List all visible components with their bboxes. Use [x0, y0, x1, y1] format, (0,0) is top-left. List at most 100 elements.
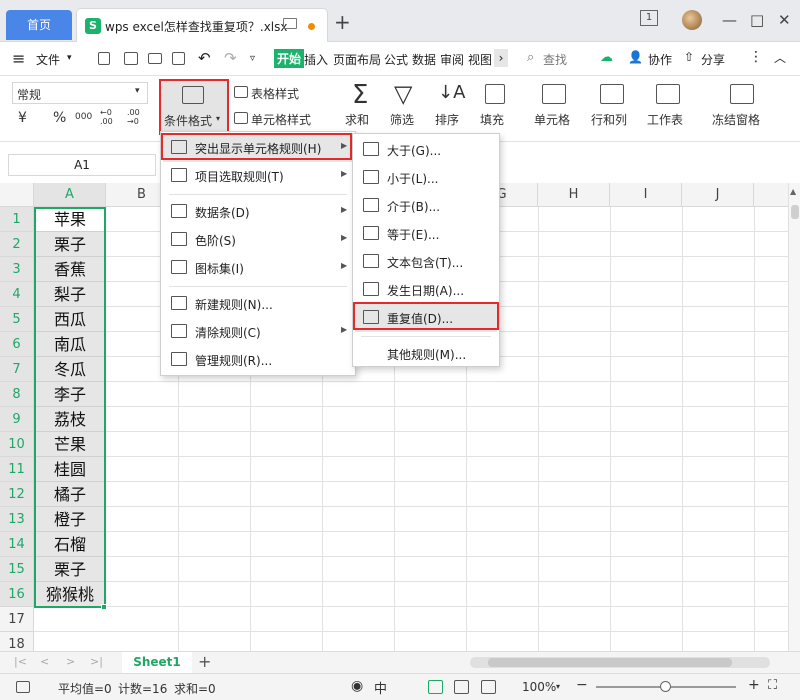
chevron-down-icon[interactable]: ▾: [67, 53, 72, 63]
collab-icon[interactable]: 👤: [628, 50, 643, 64]
page-break-view-icon[interactable]: [481, 680, 496, 694]
row-header[interactable]: 7: [0, 357, 34, 382]
cell-style-button[interactable]: 单元格样式: [251, 111, 311, 128]
new-tab-button[interactable]: +: [334, 12, 351, 32]
fill-button[interactable]: 填充: [480, 111, 504, 128]
scroll-thumb[interactable]: [791, 205, 799, 219]
row-header[interactable]: 18: [0, 632, 34, 651]
column-header-i[interactable]: I: [610, 183, 682, 207]
row-header[interactable]: 3: [0, 257, 34, 282]
submenu-equal-to[interactable]: 等于(E)...: [355, 220, 497, 248]
table-style-button[interactable]: 表格样式: [251, 85, 299, 102]
input-method-icon[interactable]: 中: [374, 678, 387, 697]
decrease-decimal-button[interactable]: .00 →0: [127, 108, 145, 126]
undo-icon[interactable]: ↶: [198, 49, 211, 67]
row-header[interactable]: 16: [0, 582, 34, 607]
filter-button[interactable]: 筛选: [390, 111, 414, 128]
minimize-button[interactable]: —: [722, 10, 737, 30]
menu-color-scales[interactable]: 色阶(S) ▶: [163, 226, 353, 254]
sort-button[interactable]: 排序: [435, 111, 459, 128]
submenu-greater-than[interactable]: 大于(G)...: [355, 136, 497, 164]
row-header[interactable]: 11: [0, 457, 34, 482]
row-header[interactable]: 14: [0, 532, 34, 557]
first-sheet-icon[interactable]: |<: [14, 655, 27, 668]
row-header[interactable]: 15: [0, 557, 34, 582]
menu-data-bars[interactable]: 数据条(D) ▶: [163, 198, 353, 226]
row-header[interactable]: 2: [0, 232, 34, 257]
row-header[interactable]: 17: [0, 607, 34, 632]
submenu-date-occurring[interactable]: 发生日期(A)...: [355, 276, 497, 304]
save-icon[interactable]: [98, 52, 110, 65]
row-col-button[interactable]: 行和列: [591, 111, 627, 128]
tab-view[interactable]: 视图: [468, 51, 492, 68]
more-options-icon[interactable]: ⋮: [749, 49, 763, 65]
collab-button[interactable]: 协作: [648, 51, 672, 68]
row-header[interactable]: 12: [0, 482, 34, 507]
horizontal-scrollbar[interactable]: [470, 657, 770, 668]
tab-formula[interactable]: 公式: [384, 51, 408, 68]
row-header[interactable]: 4: [0, 282, 34, 307]
row-header[interactable]: 8: [0, 382, 34, 407]
submenu-more-rules[interactable]: 其他规则(M)...: [355, 340, 497, 368]
tab-page-layout[interactable]: 页面布局: [333, 51, 381, 68]
submenu-text-contains[interactable]: 文本包含(T)...: [355, 248, 497, 276]
row-header[interactable]: 13: [0, 507, 34, 532]
tab-start[interactable]: 开始: [274, 49, 305, 68]
add-sheet-button[interactable]: +: [198, 652, 211, 671]
menu-manage-rules[interactable]: 管理规则(R)...: [163, 346, 353, 374]
worksheet-button[interactable]: 工作表: [647, 111, 683, 128]
submenu-between[interactable]: 介于(B)...: [355, 192, 497, 220]
column-header-k[interactable]: [754, 183, 788, 207]
menu-top-bottom-rules[interactable]: 项目选取规则(T) ▶: [163, 162, 353, 190]
hamburger-icon[interactable]: ≡: [12, 49, 25, 68]
column-header-a[interactable]: A: [34, 183, 106, 207]
row-header[interactable]: 1: [0, 207, 34, 232]
print-preview-icon[interactable]: [172, 52, 185, 65]
submenu-less-than[interactable]: 小于(L)...: [355, 164, 497, 192]
row-header[interactable]: 10: [0, 432, 34, 457]
column-header-h[interactable]: H: [538, 183, 610, 207]
tab-document[interactable]: S wps excel怎样查找重复项？.xlsx: [76, 8, 328, 42]
search-icon[interactable]: ⌕: [527, 50, 534, 65]
sheet-tab-sheet1[interactable]: Sheet1: [122, 652, 192, 674]
unsaved-dot-icon[interactable]: [308, 23, 315, 30]
macro-icon[interactable]: [16, 681, 30, 693]
zoom-slider-knob[interactable]: [660, 681, 671, 692]
avatar[interactable]: [682, 10, 702, 30]
maximize-button[interactable]: □: [750, 10, 764, 30]
page-badge-icon[interactable]: 1: [640, 10, 658, 26]
vertical-scrollbar[interactable]: ▲: [788, 183, 800, 651]
menu-file[interactable]: 文件: [36, 51, 60, 68]
page-layout-view-icon[interactable]: [454, 680, 469, 694]
tab-review[interactable]: 审阅: [440, 51, 464, 68]
sum-button[interactable]: 求和: [345, 111, 369, 128]
prev-sheet-icon[interactable]: <: [40, 655, 49, 668]
row-header[interactable]: 9: [0, 407, 34, 432]
number-format-select[interactable]: 常规 ▾: [12, 82, 148, 104]
more-tabs-button[interactable]: ›: [494, 49, 508, 67]
menu-icon-sets[interactable]: 图标集(I) ▶: [163, 254, 353, 282]
eye-protection-icon[interactable]: ◉: [351, 678, 363, 694]
tab-home[interactable]: 首页: [6, 10, 72, 40]
percent-button[interactable]: %: [53, 110, 66, 126]
menu-clear-rules[interactable]: 清除规则(C) ▶: [163, 318, 353, 346]
fill-handle[interactable]: [101, 604, 107, 610]
increase-decimal-button[interactable]: ←0 .00: [100, 108, 118, 126]
last-sheet-icon[interactable]: >|: [90, 655, 103, 668]
chevron-down-icon[interactable]: ▾: [556, 682, 560, 691]
next-sheet-icon[interactable]: >: [66, 655, 75, 668]
zoom-slider[interactable]: [596, 681, 736, 692]
normal-view-icon[interactable]: [428, 680, 443, 694]
cloud-sync-icon[interactable]: ☁: [600, 50, 613, 65]
currency-button[interactable]: ¥: [18, 110, 27, 126]
zoom-out-button[interactable]: −: [576, 677, 588, 693]
name-box[interactable]: A1: [8, 154, 156, 176]
scroll-up-icon[interactable]: ▲: [790, 187, 796, 196]
close-button[interactable]: ✕: [778, 10, 791, 30]
print-icon[interactable]: [148, 53, 162, 64]
cell-button[interactable]: 单元格: [534, 111, 570, 128]
row-header[interactable]: 6: [0, 332, 34, 357]
fullscreen-icon[interactable]: ⛶: [768, 678, 777, 693]
select-all-corner[interactable]: [0, 183, 34, 207]
customize-toolbar-icon[interactable]: ▿: [250, 53, 255, 64]
